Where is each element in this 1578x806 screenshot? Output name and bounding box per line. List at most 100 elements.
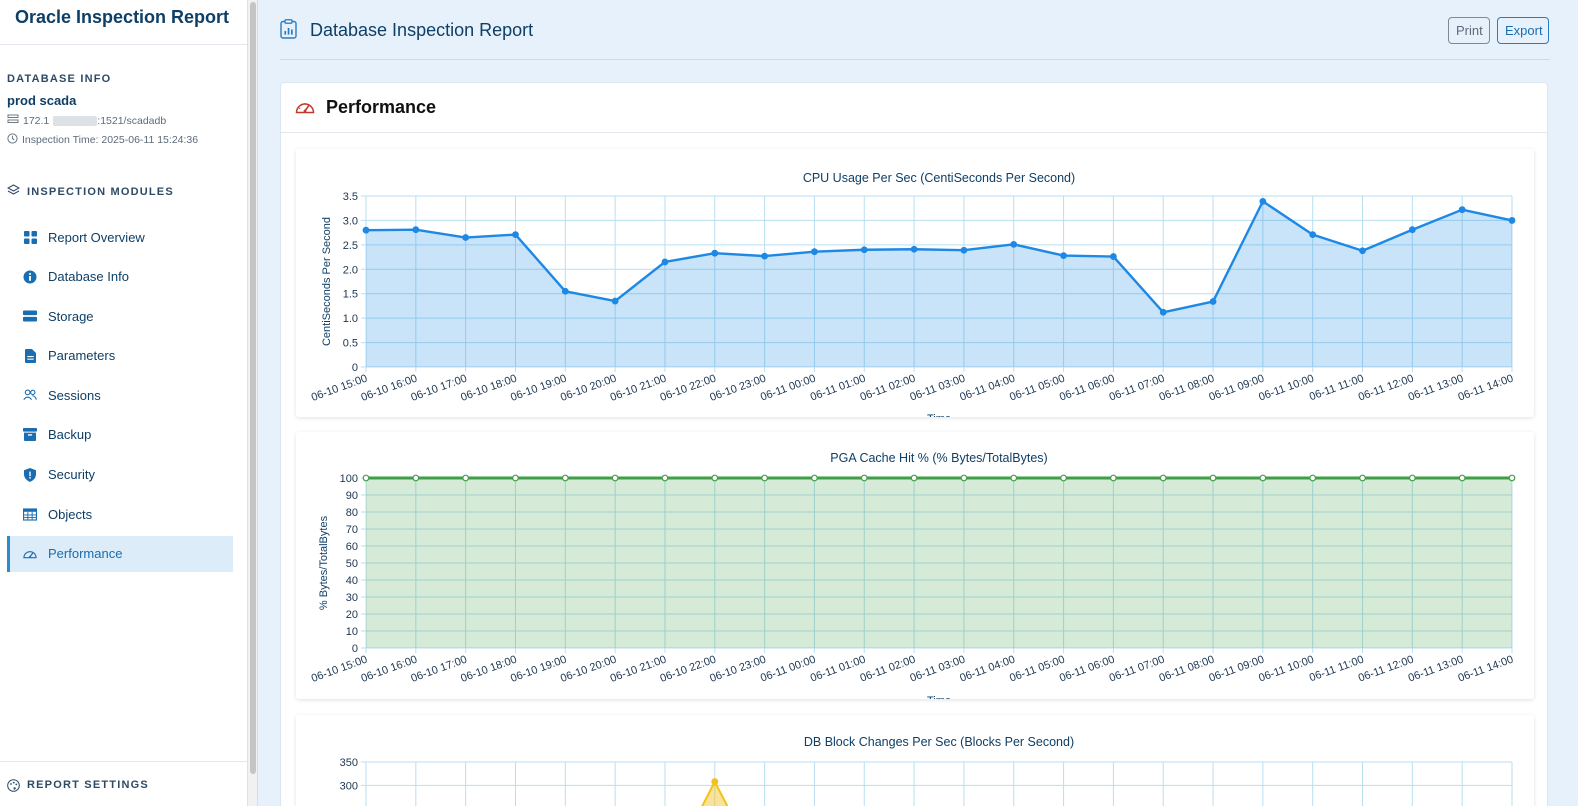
data-point xyxy=(1408,474,1416,482)
database-name: prod scada xyxy=(7,93,77,108)
sidebar-scrollbar-thumb[interactable] xyxy=(250,2,256,774)
report-settings[interactable]: REPORT SETTINGS xyxy=(0,761,248,806)
y-tick-label: 1.5 xyxy=(343,289,358,301)
database-info-title: DATABASE INFO xyxy=(7,73,112,85)
chart-title: CPU Usage Per Sec (CentiSeconds Per Seco… xyxy=(803,171,1075,185)
y-tick-label: 3.0 xyxy=(343,215,358,227)
y-tick-label: 1.0 xyxy=(343,313,358,325)
y-tick-label: 300 xyxy=(340,780,358,792)
y-tick-label: 100 xyxy=(340,473,358,485)
x-tick-label: 06-11 12:00 xyxy=(1357,654,1416,685)
data-point xyxy=(1359,474,1366,482)
y-tick-label: 90 xyxy=(346,490,358,502)
x-tick-label: 06-10 21:00 xyxy=(609,654,668,685)
data-point xyxy=(1458,474,1466,482)
nav-label-database-info: Database Info xyxy=(48,269,129,285)
x-axis-label: Time xyxy=(927,413,951,417)
data-point xyxy=(711,474,719,482)
sidebar: Oracle Inspection Report DATABASE INFO p… xyxy=(0,0,248,806)
y-tick-label: 80 xyxy=(346,507,358,519)
x-tick-label: 06-10 19:00 xyxy=(509,373,568,404)
data-point xyxy=(910,245,918,253)
nav-item-parameters[interactable]: Parameters xyxy=(0,338,233,374)
database-info-section: DATABASE INFO prod scada 172.1 :1521/scad… xyxy=(0,45,247,147)
x-tick-label: 06-11 01:00 xyxy=(809,373,868,404)
document-icon xyxy=(23,348,37,363)
connection-prefix: 172.1 xyxy=(23,114,50,127)
inspection-modules-header: INSPECTION MODULES xyxy=(0,183,247,201)
data-point xyxy=(611,297,619,305)
x-tick-label: 06-10 22:00 xyxy=(659,373,718,404)
page-title: Database Inspection Report xyxy=(310,20,534,40)
y-tick-label: 3.5 xyxy=(343,191,358,203)
data-point xyxy=(1458,206,1466,214)
data-point xyxy=(1209,298,1217,305)
data-point xyxy=(412,474,420,482)
nav-label-storage: Storage xyxy=(48,308,94,324)
sidebar-scrollbar[interactable] xyxy=(248,0,258,806)
nav-item-performance[interactable]: Performance xyxy=(7,535,233,572)
data-point xyxy=(711,778,719,786)
x-tick-label: 06-11 03:00 xyxy=(908,373,967,404)
table-icon xyxy=(23,507,37,521)
y-tick-label: 2.0 xyxy=(343,264,358,276)
y-tick-label: 0.5 xyxy=(343,338,358,350)
print-button[interactable]: Print xyxy=(1448,17,1490,44)
x-tick-label: 06-10 15:00 xyxy=(310,654,369,685)
data-point xyxy=(1359,247,1366,255)
block-changes-chart-card: DB Block Changes Per Sec (Blocks Per Sec… xyxy=(296,715,1534,806)
y-tick-label: 50 xyxy=(346,558,358,570)
chart-title: PGA Cache Hit % (% Bytes/TotalBytes) xyxy=(830,451,1047,465)
x-tick-label: 06-11 07:00 xyxy=(1108,373,1167,404)
x-tick-label: 06-11 14:00 xyxy=(1457,373,1516,404)
nav-item-sessions[interactable]: Sessions xyxy=(0,377,233,413)
data-point xyxy=(462,474,470,482)
data-point xyxy=(1109,474,1117,482)
y-tick-label: 10 xyxy=(346,626,358,638)
layers-icon xyxy=(6,183,21,201)
performance-card-header: Performance xyxy=(281,83,1547,133)
chart-title: DB Block Changes Per Sec (Blocks Per Sec… xyxy=(804,735,1074,749)
x-tick-label: 06-11 09:00 xyxy=(1207,654,1266,685)
nav-item-security[interactable]: Security xyxy=(0,457,233,493)
x-tick-label: 06-10 17:00 xyxy=(409,373,468,404)
nav-item-storage[interactable]: Storage xyxy=(0,298,233,334)
y-tick-label: 30 xyxy=(346,592,358,604)
data-point xyxy=(761,474,769,482)
x-tick-label: 06-11 11:00 xyxy=(1308,654,1366,685)
x-tick-label: 06-11 02:00 xyxy=(859,654,918,685)
data-point xyxy=(561,287,569,295)
nav-item-database-info[interactable]: Database Info xyxy=(0,259,233,295)
data-point xyxy=(1508,474,1516,482)
y-tick-label: 40 xyxy=(346,575,358,587)
data-point xyxy=(412,226,420,234)
data-point xyxy=(1159,308,1167,316)
nav-label-backup: Backup xyxy=(48,427,92,443)
x-tick-label: 06-11 13:00 xyxy=(1407,373,1466,404)
export-button[interactable]: Export xyxy=(1497,17,1549,44)
storage-icon xyxy=(23,309,37,323)
data-point xyxy=(1060,252,1067,260)
nav-label-objects: Objects xyxy=(48,506,93,522)
data-point xyxy=(960,246,968,254)
nav-item-objects[interactable]: Objects xyxy=(0,496,233,532)
users-icon xyxy=(23,388,37,402)
data-point xyxy=(512,474,519,482)
nav-item-backup[interactable]: Backup xyxy=(0,417,233,453)
connection-icon xyxy=(7,114,19,127)
y-axis-label: CentiSeconds Per Second xyxy=(321,217,333,346)
data-point xyxy=(1259,474,1267,482)
data-point xyxy=(561,474,569,482)
cpu-usage-chart: CPU Usage Per Sec (CentiSeconds Per Seco… xyxy=(310,171,1516,417)
data-point xyxy=(1209,474,1217,482)
x-tick-label: 06-10 15:00 xyxy=(310,373,369,404)
shield-icon xyxy=(23,467,37,482)
data-point xyxy=(362,226,370,234)
x-tick-label: 06-10 16:00 xyxy=(360,373,419,404)
connection-suffix: :1521/scadadb xyxy=(97,114,167,127)
x-tick-label: 06-10 18:00 xyxy=(459,373,518,404)
nav-item-report-overview[interactable]: Report Overview xyxy=(0,219,233,255)
y-tick-label: 60 xyxy=(346,541,358,553)
x-tick-label: 06-11 07:00 xyxy=(1108,654,1167,685)
x-tick-label: 06-11 06:00 xyxy=(1058,654,1117,685)
